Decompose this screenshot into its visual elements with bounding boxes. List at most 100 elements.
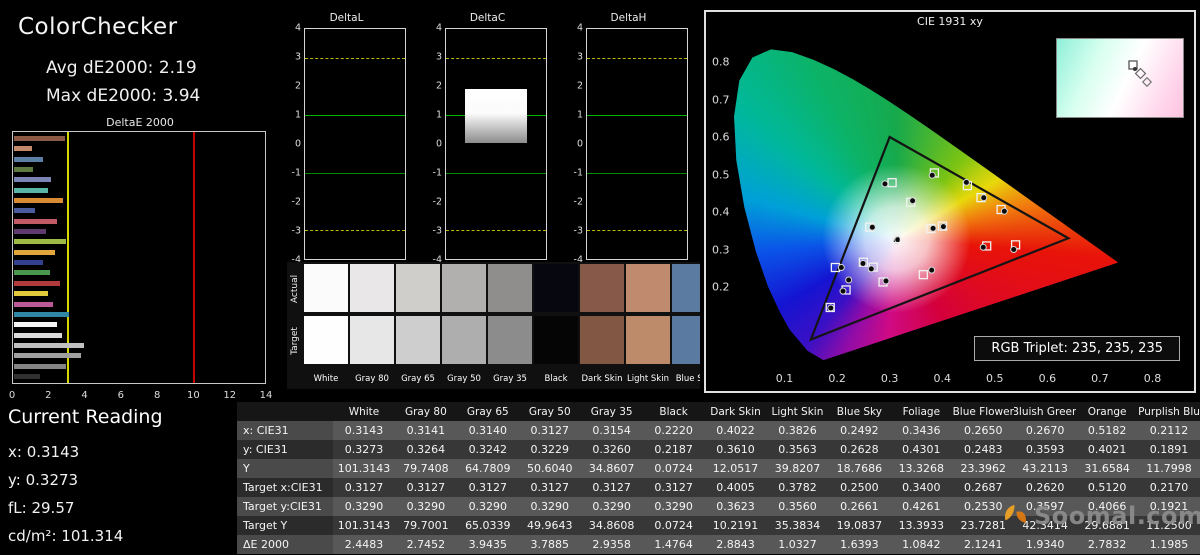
table-cell: 0.5120 [1076, 478, 1139, 497]
axis-tick-label: 0.1 [775, 372, 794, 385]
table-cell: 0.3563 [766, 440, 829, 459]
axis-tick-label: 4 [294, 22, 301, 34]
deltae-bar [14, 136, 65, 141]
deltae-bar [14, 311, 69, 317]
axis-tick-label: -1 [573, 167, 583, 179]
table-cell: 0.3290 [580, 497, 643, 516]
axis-tick-label: 0.7 [712, 93, 730, 106]
table-cell: 0.1891 [1138, 440, 1200, 459]
mini-chart-title: DeltaL [329, 12, 364, 24]
axis-tick-label: 0.8 [1143, 372, 1162, 385]
measured-marker [837, 264, 845, 271]
axis-tick-label: 3 [294, 51, 301, 63]
swatch-row-actual [304, 264, 700, 312]
swatch-row-label-actual: Actual [290, 274, 300, 304]
mini-chart-body: 4 3 2 1 0 -1 -2 -3 -4 [428, 23, 547, 266]
mini-charts-row: DeltaL 4 3 2 1 0 -1 -2 -3 -4 DeltaC 4 3 2 1 0 -1 -2 -3 -4 De… [287, 12, 689, 266]
axis-tick-label: -3 [432, 225, 442, 237]
table-cell: 0.3127 [333, 478, 395, 497]
axis-tick-label: 0.6 [1038, 372, 1057, 385]
table-column-header: Blue Sky [828, 402, 891, 421]
deltae-x-axis: 0 2 4 6 8 10 12 14 [9, 390, 273, 404]
swatch-actual [672, 264, 700, 312]
deltae-bar [14, 270, 51, 276]
table-cell: 1.0327 [766, 535, 829, 554]
table-cell: 0.3127 [518, 478, 581, 497]
swatch-actual [304, 264, 348, 312]
deltae-bar [14, 208, 36, 214]
axis-tick-label: 0.7 [1091, 372, 1109, 385]
measured-marker [928, 266, 936, 274]
axis-tick-label: 2 [435, 80, 442, 92]
reading-fl: fL: 29.57 [8, 499, 75, 517]
table-cell: 0.3610 [704, 440, 767, 459]
table-corner-cell [237, 402, 333, 421]
swatch-column-label: Gray 35 [493, 374, 527, 384]
colorchecker-dashboard: ColorChecker Avg dE2000: 2.19 Max dE2000… [0, 0, 1200, 555]
deltae-bar [14, 301, 53, 307]
table-column-header: Black [642, 402, 705, 421]
table-cell: 0.3436 [890, 421, 953, 440]
table-cell: 0.2492 [828, 421, 891, 440]
axis-tick-label: -2 [432, 196, 442, 208]
table-cell: 2.7452 [394, 535, 457, 554]
deltae-bar [14, 239, 67, 245]
measured-marker [1000, 207, 1008, 215]
table-cell: 0.4022 [704, 421, 767, 440]
reading-x: x: 0.3143 [8, 443, 80, 461]
swatch-target [304, 316, 348, 364]
swatch-target [396, 316, 440, 364]
table-cell: 0.3290 [642, 497, 705, 516]
swatch-labels: White Gray 80 Gray 65 Gray 50 Gray 35 Black Da… [304, 370, 700, 389]
axis-tick-label: 1 [576, 109, 583, 121]
measured-marker [928, 171, 936, 179]
measured-marker [980, 194, 988, 202]
soomal-logo-icon [1005, 504, 1026, 523]
table-cell: 0.3127 [580, 478, 643, 497]
swatch-target [626, 316, 670, 364]
swatch-column-label: Black [544, 374, 568, 384]
gamut-triangle [808, 135, 1071, 342]
table-cell: 0.3242 [456, 440, 519, 459]
table-cell: 1.4764 [642, 535, 705, 554]
table-cell: 3.7885 [518, 535, 581, 554]
table-cell: 10.2191 [704, 516, 767, 535]
swatch-target [442, 316, 486, 364]
axis-tick-label: -2 [573, 196, 583, 208]
table-cell: 18.7686 [828, 459, 891, 478]
axis-tick-label: 0.8 [712, 55, 730, 69]
table-cell: 0.3623 [704, 497, 767, 516]
table-cell: 0.3143 [333, 421, 395, 440]
table-row-label: y: CIE31 [237, 440, 333, 459]
swatch-target [580, 316, 624, 364]
table-column-header: Foliage [890, 402, 953, 421]
axis-tick-label: 3 [576, 51, 583, 63]
table-row-label: x: CIE31 [237, 421, 333, 440]
table-cell: 0.4301 [890, 440, 953, 459]
table-cell: 13.3933 [890, 516, 953, 535]
target-marker [918, 269, 928, 280]
table-column-header: Gray 35 [580, 402, 643, 421]
swatch-target [350, 316, 394, 364]
deltae-bar [14, 229, 47, 235]
axis-tick-label: 2 [294, 80, 301, 92]
deltae-bar [14, 353, 81, 359]
axis-tick-label: 2 [45, 390, 52, 401]
table-cell: 0.2650 [952, 421, 1015, 440]
tolerance-line [446, 230, 546, 232]
table-cell: 0.4261 [890, 497, 953, 516]
deltae-bar [14, 218, 58, 224]
inset-diamond-marker [1134, 67, 1147, 80]
axis-tick-label: 8 [153, 390, 161, 401]
mini-chart-body: 4 3 2 1 0 -1 -2 -3 -4 [569, 23, 688, 266]
table-cell: 0.4021 [1076, 440, 1139, 459]
swatch-actual [488, 264, 532, 312]
axis-tick-label: 0.4 [712, 205, 730, 219]
deltae-bar [14, 322, 58, 328]
table-cell: 2.7832 [1076, 535, 1139, 554]
cie-1931-panel: CIE 1931 xy RGB Triplet: 235, 235, 235 0… [704, 10, 1196, 393]
axis-tick-label: 1 [435, 109, 442, 121]
deltae-bar [14, 198, 64, 204]
table-cell: 79.7001 [394, 516, 457, 535]
measured-marker [929, 224, 937, 232]
